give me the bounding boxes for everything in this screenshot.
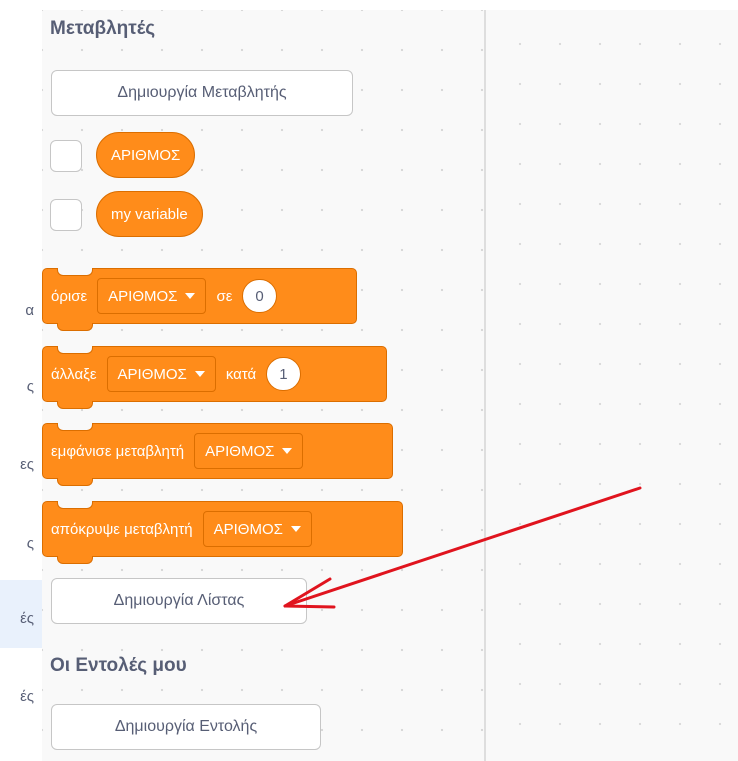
annotation-arrow-icon — [283, 486, 642, 609]
